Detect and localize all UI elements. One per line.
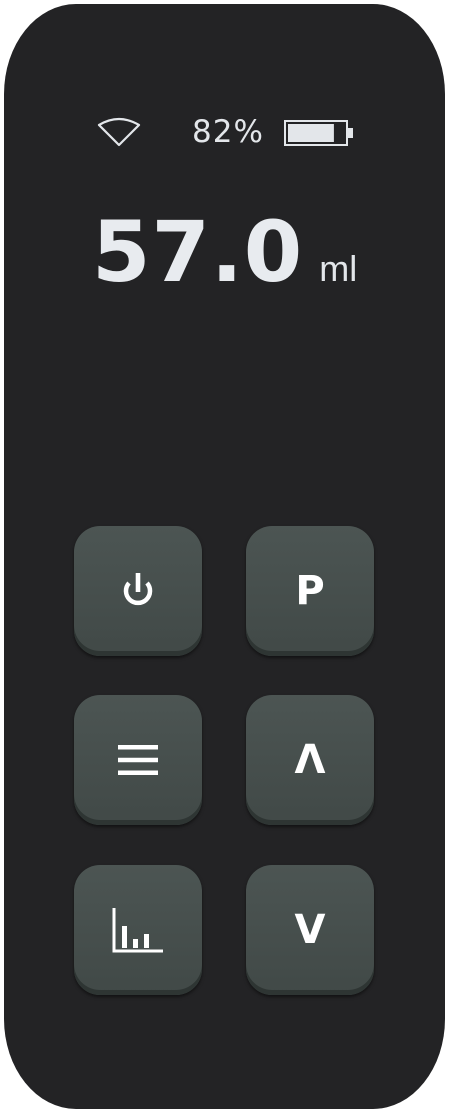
up-button[interactable]: Λ	[246, 695, 374, 825]
down-button[interactable]: V	[246, 865, 374, 995]
battery-fill	[288, 124, 334, 142]
history-button[interactable]	[74, 865, 202, 995]
battery-percent: 82%	[192, 114, 264, 150]
menu-icon	[118, 744, 158, 776]
program-button-label: P	[295, 568, 325, 614]
program-button[interactable]: P	[246, 526, 374, 656]
battery-icon	[284, 120, 356, 146]
bar-chart-icon	[111, 906, 165, 954]
device-body: 82% 57.0 ml P Λ V	[4, 4, 445, 1109]
status-bar: 82%	[4, 112, 445, 152]
power-button[interactable]	[74, 526, 202, 656]
reading-unit: ml	[319, 248, 358, 289]
reading-value: 57.0	[92, 203, 304, 301]
wifi-icon	[96, 116, 142, 148]
reading-display: 57.0 ml	[92, 202, 357, 302]
power-icon	[118, 571, 158, 611]
up-arrow-label: Λ	[294, 737, 326, 783]
down-arrow-label: V	[294, 907, 326, 953]
menu-button[interactable]	[74, 695, 202, 825]
